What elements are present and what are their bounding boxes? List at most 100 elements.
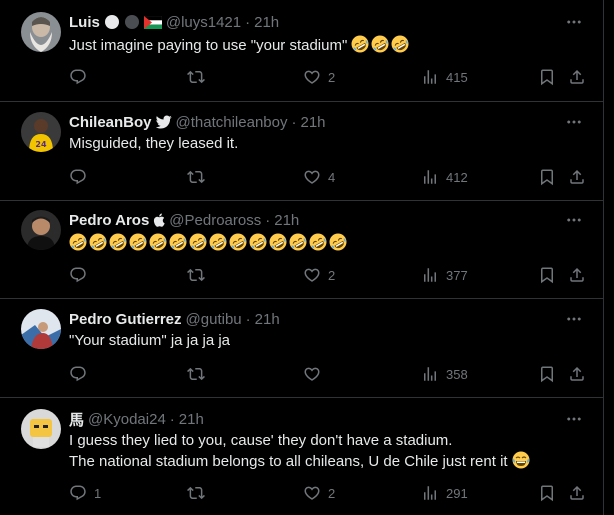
bookmark-button[interactable] — [538, 264, 556, 286]
tweet-text — [69, 233, 349, 254]
share-button[interactable] — [568, 264, 586, 286]
rofl-emoji-icon — [351, 35, 369, 53]
rofl-emoji-icon — [69, 233, 87, 251]
views-button[interactable]: 412 — [421, 166, 468, 188]
views-icon — [421, 266, 439, 284]
more-options-button[interactable] — [565, 410, 583, 428]
bookmark-icon — [538, 484, 556, 502]
separator-dot: · — [169, 410, 175, 428]
timestamp[interactable]: 21h — [274, 212, 299, 229]
tweet-header: Luis @luys1421 · 21h — [69, 12, 279, 32]
share-button[interactable] — [568, 363, 586, 385]
rofl-emoji-icon — [249, 233, 267, 251]
more-icon — [565, 113, 583, 131]
reply-button[interactable] — [69, 166, 94, 188]
share-icon — [568, 484, 586, 502]
retweet-button[interactable] — [187, 166, 212, 188]
rofl-emoji-icon — [329, 233, 347, 251]
retweet-button[interactable] — [187, 482, 212, 504]
handle[interactable]: @Kyodai24 — [88, 411, 166, 428]
heart-icon — [303, 266, 321, 284]
like-button[interactable]: 2 — [303, 264, 335, 286]
tweet-text: Misguided, they leased it. — [69, 135, 239, 152]
tweet-header: 馬 @Kyodai24 · 21h — [69, 409, 204, 429]
views-button[interactable]: 377 — [421, 264, 468, 286]
action-bar: 4 412 — [66, 166, 590, 188]
like-button[interactable]: 2 — [303, 482, 335, 504]
timestamp[interactable]: 21h — [254, 14, 279, 31]
timestamp[interactable]: 21h — [179, 411, 204, 428]
bookmark-button[interactable] — [538, 482, 556, 504]
retweet-icon — [187, 168, 205, 186]
heart-icon — [303, 484, 321, 502]
avatar[interactable] — [21, 309, 61, 349]
retweet-icon — [187, 68, 205, 86]
tweet-text: I guess they lied to you, cause' they do… — [69, 431, 532, 472]
bookmark-button[interactable] — [538, 66, 556, 88]
reply-button[interactable]: 1 — [69, 482, 101, 504]
views-button[interactable]: 415 — [421, 66, 468, 88]
separator-dot: · — [291, 113, 297, 131]
tweet[interactable]: 24 ChileanBoy @thatchileanboy · 21h Misg… — [0, 102, 603, 201]
reply-feed: Luis @luys1421 · 21h Just imagine paying… — [0, 0, 603, 515]
retweet-button[interactable] — [187, 66, 212, 88]
more-options-button[interactable] — [565, 310, 583, 328]
timestamp[interactable]: 21h — [255, 311, 280, 328]
share-icon — [568, 266, 586, 284]
rofl-emoji-icon — [169, 233, 187, 251]
like-button[interactable] — [303, 363, 328, 385]
apple-icon — [153, 213, 165, 227]
action-bar: 2 415 — [66, 66, 590, 88]
handle[interactable]: @gutibu — [186, 311, 242, 328]
share-button[interactable] — [568, 482, 586, 504]
more-options-button[interactable] — [565, 113, 583, 131]
like-button[interactable]: 2 — [303, 66, 335, 88]
share-button[interactable] — [568, 66, 586, 88]
like-button[interactable]: 4 — [303, 166, 335, 188]
tweet[interactable]: Pedro Aros @Pedroaross · 21h 2 377 — [0, 201, 603, 299]
bookmark-button[interactable] — [538, 166, 556, 188]
display-name[interactable]: ChileanBoy — [69, 114, 152, 131]
display-name[interactable]: Pedro Gutierrez — [69, 311, 182, 328]
tweet[interactable]: Pedro Gutierrez @gutibu · 21h "Your stad… — [0, 299, 603, 398]
display-name[interactable]: Pedro Aros — [69, 212, 149, 229]
rofl-emoji-icon — [189, 233, 207, 251]
reply-button[interactable] — [69, 66, 94, 88]
more-options-button[interactable] — [565, 211, 583, 229]
bookmark-button[interactable] — [538, 363, 556, 385]
display-name[interactable]: Luis — [69, 14, 100, 31]
views-button[interactable]: 358 — [421, 363, 468, 385]
retweet-icon — [187, 484, 205, 502]
tweet-text-line: The national stadium belongs to all chil… — [69, 451, 532, 472]
retweet-button[interactable] — [187, 264, 212, 286]
share-button[interactable] — [568, 166, 586, 188]
avatar[interactable] — [21, 12, 61, 52]
views-button[interactable]: 291 — [421, 482, 468, 504]
more-options-button[interactable] — [565, 13, 583, 31]
scrollbar[interactable] — [603, 0, 614, 515]
rofl-emoji-icon — [129, 233, 147, 251]
handle[interactable]: @Pedroaross — [169, 212, 261, 229]
rofl-emoji-icon — [89, 233, 107, 251]
reply-icon — [69, 484, 87, 502]
handle[interactable]: @luys1421 — [166, 14, 241, 31]
avatar[interactable] — [21, 210, 61, 250]
retweet-button[interactable] — [187, 363, 212, 385]
rofl-emoji-icon — [229, 233, 247, 251]
display-name[interactable]: 馬 — [69, 409, 84, 430]
handle[interactable]: @thatchileanboy — [176, 114, 288, 131]
tweet[interactable]: Luis @luys1421 · 21h Just imagine paying… — [0, 0, 603, 102]
action-bar: 2 377 — [66, 264, 590, 286]
separator-dot: · — [265, 211, 271, 229]
share-icon — [568, 168, 586, 186]
rofl-emoji-icon — [269, 233, 287, 251]
reply-button[interactable] — [69, 264, 94, 286]
white-circle-icon — [104, 14, 120, 30]
timestamp[interactable]: 21h — [300, 114, 325, 131]
avatar[interactable] — [21, 409, 61, 449]
more-icon — [565, 211, 583, 229]
tweet[interactable]: 馬 @Kyodai24 · 21h I guess they lied to y… — [0, 398, 603, 515]
tweet-header: Pedro Gutierrez @gutibu · 21h — [69, 309, 280, 329]
reply-button[interactable] — [69, 363, 94, 385]
avatar[interactable]: 24 — [21, 112, 61, 152]
